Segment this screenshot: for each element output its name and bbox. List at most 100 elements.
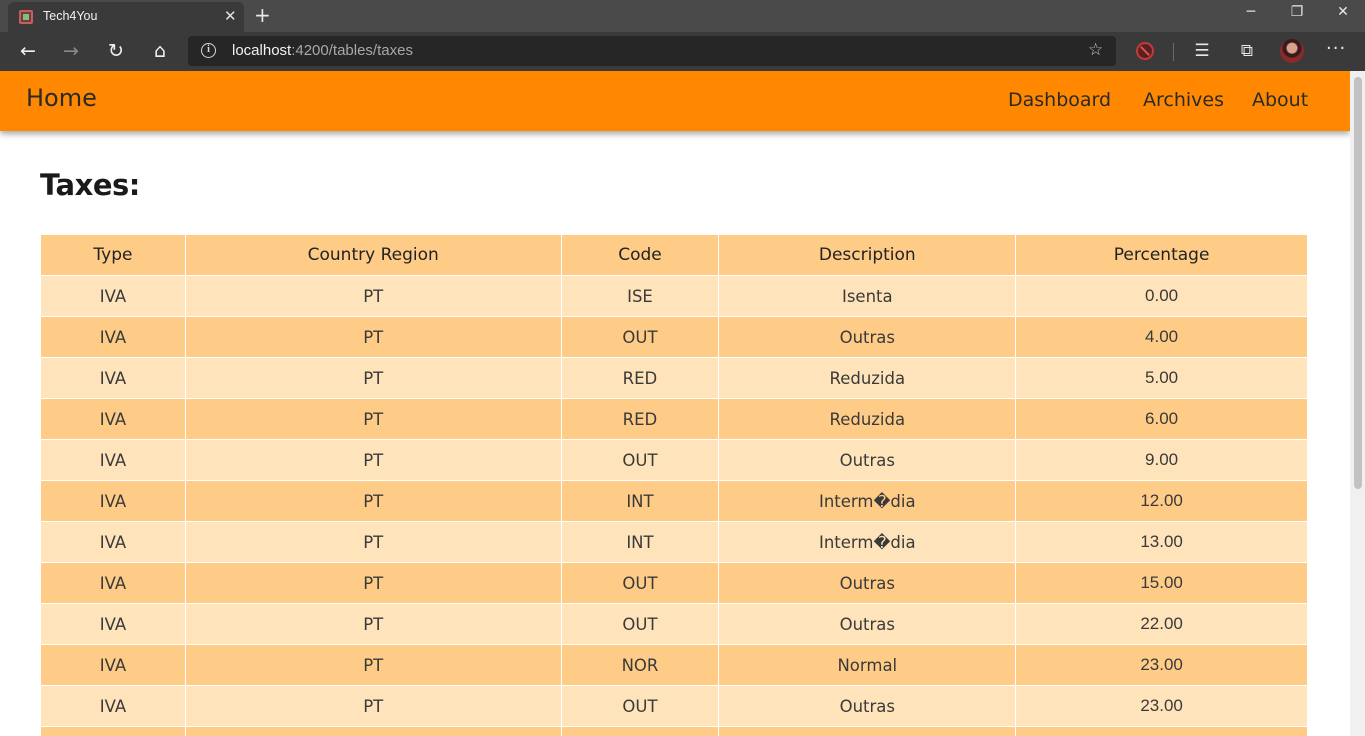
cell-country-region: PT [184,521,562,563]
table-row [40,726,1308,736]
table-row: IVA PT INT Interm�dia 12.00 [40,480,1308,522]
cell-country-region: PT [184,685,562,727]
cell-percentage: 15.00 [1015,562,1308,604]
page-scrollbar[interactable] [1350,71,1365,736]
cell-description: Outras [718,316,1017,358]
taxes-table: Type Country Region Code Description Per… [40,234,1308,736]
cell-percentage: 6.00 [1015,398,1308,440]
column-header-percentage: Percentage [1015,234,1308,276]
cell-type: IVA [40,275,186,317]
profile-avatar[interactable] [1280,39,1304,63]
cell-country-region: PT [184,644,562,686]
toolbar-separator [1173,43,1174,61]
cell-description [718,726,1017,736]
cell-description: Interm�dia [718,480,1017,522]
home-icon[interactable]: ⌂ [146,38,174,64]
cell-type: IVA [40,480,186,522]
reload-icon[interactable]: ↻ [102,38,130,64]
cell-description: Interm�dia [718,521,1017,563]
cell-type: IVA [40,685,186,727]
page-viewport: Home Dashboard Archives About Taxes: Typ… [0,71,1350,736]
cell-percentage: 0.00 [1015,275,1308,317]
cell-code: OUT [560,603,720,645]
address-bar[interactable]: i localhost:4200/tables/taxes ☆ [188,36,1116,66]
cell-percentage: 23.00 [1015,644,1308,686]
cell-description: Outras [718,562,1017,604]
cell-country-region: PT [184,562,562,604]
scrollbar-thumb[interactable] [1354,77,1362,489]
cell-type: IVA [40,316,186,358]
table-row: IVA PT OUT Outras 9.00 [40,439,1308,481]
cell-country-region: PT [184,398,562,440]
table-row: IVA PT NOR Normal 23.00 [40,644,1308,686]
nav-archives-link[interactable]: Archives [1143,89,1224,111]
cell-description: Reduzida [718,357,1017,399]
extension-icon[interactable] [1136,42,1154,60]
app-navbar: Home Dashboard Archives About [0,71,1350,131]
nav-home-link[interactable]: Home [26,84,97,112]
column-header-description: Description [718,234,1017,276]
cell-percentage: 4.00 [1015,316,1308,358]
restore-button[interactable]: ❐ [1282,2,1312,22]
table-row: IVA PT ISE Isenta 0.00 [40,275,1308,317]
cell-country-region: PT [184,439,562,481]
cell-code: NOR [560,644,720,686]
url-text[interactable]: localhost:4200/tables/taxes [232,42,413,59]
nav-about-link[interactable]: About [1252,89,1308,111]
forward-icon[interactable]: → [57,38,85,64]
collections-icon[interactable]: ⧉ [1235,40,1259,62]
table-row: IVA PT OUT Outras 4.00 [40,316,1308,358]
cell-percentage [1015,726,1308,736]
cell-description: Outras [718,603,1017,645]
cell-percentage: 22.00 [1015,603,1308,645]
cell-country-region: PT [184,480,562,522]
cell-country-region: PT [184,275,562,317]
browser-tab[interactable]: Tech4You ✕ [8,2,244,32]
cell-percentage: 12.00 [1015,480,1308,522]
table-row: IVA PT OUT Outras 15.00 [40,562,1308,604]
cell-percentage: 9.00 [1015,439,1308,481]
column-header-type: Type [40,234,186,276]
cell-country-region: PT [184,357,562,399]
cell-type: IVA [40,644,186,686]
new-tab-button[interactable]: + [254,4,271,26]
cell-code: OUT [560,439,720,481]
cell-code: RED [560,398,720,440]
back-icon[interactable]: ← [14,38,42,64]
cell-code: OUT [560,562,720,604]
cell-type: IVA [40,357,186,399]
cell-country-region: PT [184,603,562,645]
cell-description: Reduzida [718,398,1017,440]
site-info-icon[interactable]: i [201,43,216,58]
cell-code: ISE [560,275,720,317]
cell-type: IVA [40,603,186,645]
nav-dashboard-link[interactable]: Dashboard [1008,89,1111,111]
favorites-icon[interactable]: ☰ [1190,40,1214,62]
favorite-star-icon[interactable]: ☆ [1088,40,1103,60]
cell-code [560,726,720,736]
table-row: IVA PT OUT Outras 22.00 [40,603,1308,645]
column-header-code: Code [560,234,720,276]
cell-percentage: 23.00 [1015,685,1308,727]
cell-type: IVA [40,398,186,440]
cell-percentage: 5.00 [1015,357,1308,399]
cell-type: IVA [40,562,186,604]
tab-close-icon[interactable]: ✕ [224,7,237,25]
more-menu-icon[interactable]: ··· [1326,38,1346,59]
column-header-country-region: Country Region [184,234,562,276]
table-header-row: Type Country Region Code Description Per… [40,234,1308,276]
cell-country-region: PT [184,316,562,358]
cell-type: IVA [40,521,186,563]
cell-country-region [184,726,562,736]
close-window-button[interactable]: ✕ [1328,2,1358,22]
cell-percentage: 13.00 [1015,521,1308,563]
table-row: IVA PT INT Interm�dia 13.00 [40,521,1308,563]
minimize-button[interactable]: ─ [1236,2,1266,22]
cell-code: OUT [560,316,720,358]
cell-code: INT [560,480,720,522]
browser-titlebar: Tech4You ✕ + ─ ❐ ✕ [0,0,1365,32]
browser-toolbar: ← → ↻ ⌂ i localhost:4200/tables/taxes ☆ [0,32,1365,71]
page-title: Taxes: [40,168,140,202]
cell-code: RED [560,357,720,399]
table-row: IVA PT RED Reduzida 5.00 [40,357,1308,399]
